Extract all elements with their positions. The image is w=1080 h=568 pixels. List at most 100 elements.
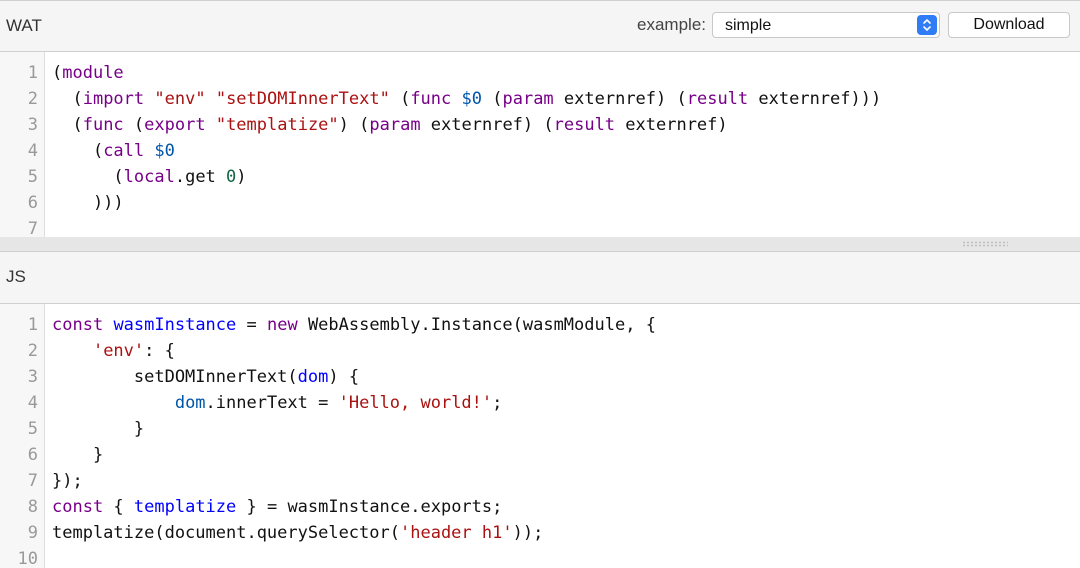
code-token: ( bbox=[52, 63, 63, 83]
line-number: 5 bbox=[27, 419, 38, 439]
line-number: 2 bbox=[27, 89, 38, 109]
code-token: const bbox=[52, 497, 104, 517]
code-token: "setDOMInnerText" bbox=[215, 89, 390, 109]
code-token: .innerText = bbox=[205, 393, 339, 413]
code-token: setDOMInnerText( bbox=[52, 367, 298, 387]
code-line: 3 (func (export "templatize") (param ext… bbox=[0, 112, 1080, 138]
code-line: 9 templatize(document.querySelector('head… bbox=[0, 520, 1080, 546]
code-token: new bbox=[266, 315, 298, 335]
line-number: 10 bbox=[17, 549, 38, 568]
code-token: .get bbox=[174, 167, 227, 187]
line-code: (module bbox=[52, 60, 124, 86]
code-token: ( bbox=[52, 89, 83, 109]
line-code: (func (export "templatize") (param exter… bbox=[52, 112, 727, 138]
code-token: result bbox=[553, 115, 616, 135]
code-token: )); bbox=[512, 523, 544, 543]
code-token: } bbox=[52, 419, 145, 439]
wat-panel-title: WAT bbox=[6, 16, 42, 35]
code-token: param bbox=[502, 89, 554, 109]
line-number: 1 bbox=[27, 315, 38, 335]
line-number: 5 bbox=[27, 167, 38, 187]
code-token: "templatize" bbox=[215, 115, 339, 135]
line-number: 4 bbox=[27, 393, 38, 413]
line-code: (call $0 bbox=[52, 138, 175, 164]
line-code: (import "env" "setDOMInnerText" (func $0… bbox=[52, 86, 881, 112]
line-number: 3 bbox=[27, 115, 38, 135]
code-token: 'header h1' bbox=[400, 523, 513, 543]
js-panel-title: JS bbox=[6, 267, 26, 286]
js-panel-header: JS bbox=[0, 251, 1080, 304]
code-line: 7}); bbox=[0, 468, 1080, 494]
line-code: templatize(document.querySelector('heade… bbox=[52, 520, 543, 546]
line-number: 2 bbox=[27, 341, 38, 361]
line-number: 9 bbox=[27, 523, 38, 543]
js-code-lines: 1 const wasmInstance = new WebAssembly.In… bbox=[0, 312, 1080, 568]
download-button[interactable]: Download bbox=[948, 12, 1070, 38]
code-line: 5 (local.get 0) bbox=[0, 164, 1080, 190]
code-token: "env" bbox=[154, 89, 206, 109]
js-code-editor[interactable]: 1 const wasmInstance = new WebAssembly.In… bbox=[0, 304, 1080, 568]
code-token: }); bbox=[52, 471, 83, 491]
line-number: 7 bbox=[27, 219, 38, 237]
chevron-up-down-icon bbox=[917, 15, 937, 35]
code-line: 3 setDOMInnerText(dom) { bbox=[0, 364, 1080, 390]
code-token: func bbox=[82, 115, 124, 135]
line-code: ))) bbox=[52, 190, 124, 216]
line-number: 8 bbox=[27, 497, 38, 517]
line-code: } bbox=[52, 416, 144, 442]
code-line: 1 (module bbox=[0, 60, 1080, 86]
code-token: wasmInstance bbox=[113, 315, 237, 335]
code-token: 0 bbox=[226, 167, 237, 187]
line-number: 3 bbox=[27, 367, 38, 387]
code-token: templatize bbox=[133, 497, 237, 517]
example-select[interactable]: simple bbox=[712, 12, 940, 38]
example-select-value: simple bbox=[725, 17, 772, 34]
code-token: ) bbox=[236, 167, 247, 187]
code-token: import bbox=[82, 89, 145, 109]
code-token: export bbox=[144, 115, 206, 135]
code-token: param bbox=[369, 115, 421, 135]
code-token: externref))) bbox=[748, 89, 882, 109]
code-token: ; bbox=[492, 393, 503, 413]
code-token: } bbox=[52, 445, 104, 465]
code-token: ( bbox=[123, 115, 145, 135]
line-number: 1 bbox=[27, 63, 38, 83]
code-token: 'Hello, world!' bbox=[338, 393, 493, 413]
code-line: 2 (import "env" "setDOMInnerText" (func … bbox=[0, 86, 1080, 112]
panel-splitter[interactable] bbox=[0, 237, 1080, 251]
code-token: externref) ( bbox=[420, 115, 554, 135]
line-code: const { templatize } = wasmInstance.expo… bbox=[52, 494, 502, 520]
code-line: 1 const wasmInstance = new WebAssembly.In… bbox=[0, 312, 1080, 338]
code-token: ) { bbox=[328, 367, 360, 387]
code-token: ( bbox=[52, 115, 83, 135]
code-token: 'env' bbox=[92, 341, 145, 361]
code-line: 6 } bbox=[0, 442, 1080, 468]
code-token: $0 bbox=[461, 89, 482, 109]
code-line: 4 (call $0 bbox=[0, 138, 1080, 164]
code-token: const bbox=[52, 315, 104, 335]
wat-panel-header: WAT example: simple Download bbox=[0, 0, 1080, 52]
line-code: (local.get 0) bbox=[52, 164, 247, 190]
code-token: = bbox=[236, 315, 267, 335]
wat-code-editor[interactable]: 1 (module 2 (import "env" "setDOMInnerText… bbox=[0, 52, 1080, 237]
code-token: ) ( bbox=[338, 115, 370, 135]
code-token: ))) bbox=[52, 193, 124, 213]
code-token: : { bbox=[144, 341, 175, 361]
code-line: 5 } bbox=[0, 416, 1080, 442]
line-number: 7 bbox=[27, 471, 38, 491]
line-code: 'env': { bbox=[52, 338, 175, 364]
code-token: ( bbox=[52, 141, 104, 161]
code-line: 8 const { templatize } = wasmInstance.exp… bbox=[0, 494, 1080, 520]
line-code: dom.innerText = 'Hello, world!'; bbox=[52, 390, 503, 416]
code-token: result bbox=[686, 89, 749, 109]
wat-code-lines: 1 (module 2 (import "env" "setDOMInnerText… bbox=[0, 60, 1080, 237]
code-token: dom bbox=[174, 393, 206, 413]
code-line: 7 bbox=[0, 216, 1080, 237]
